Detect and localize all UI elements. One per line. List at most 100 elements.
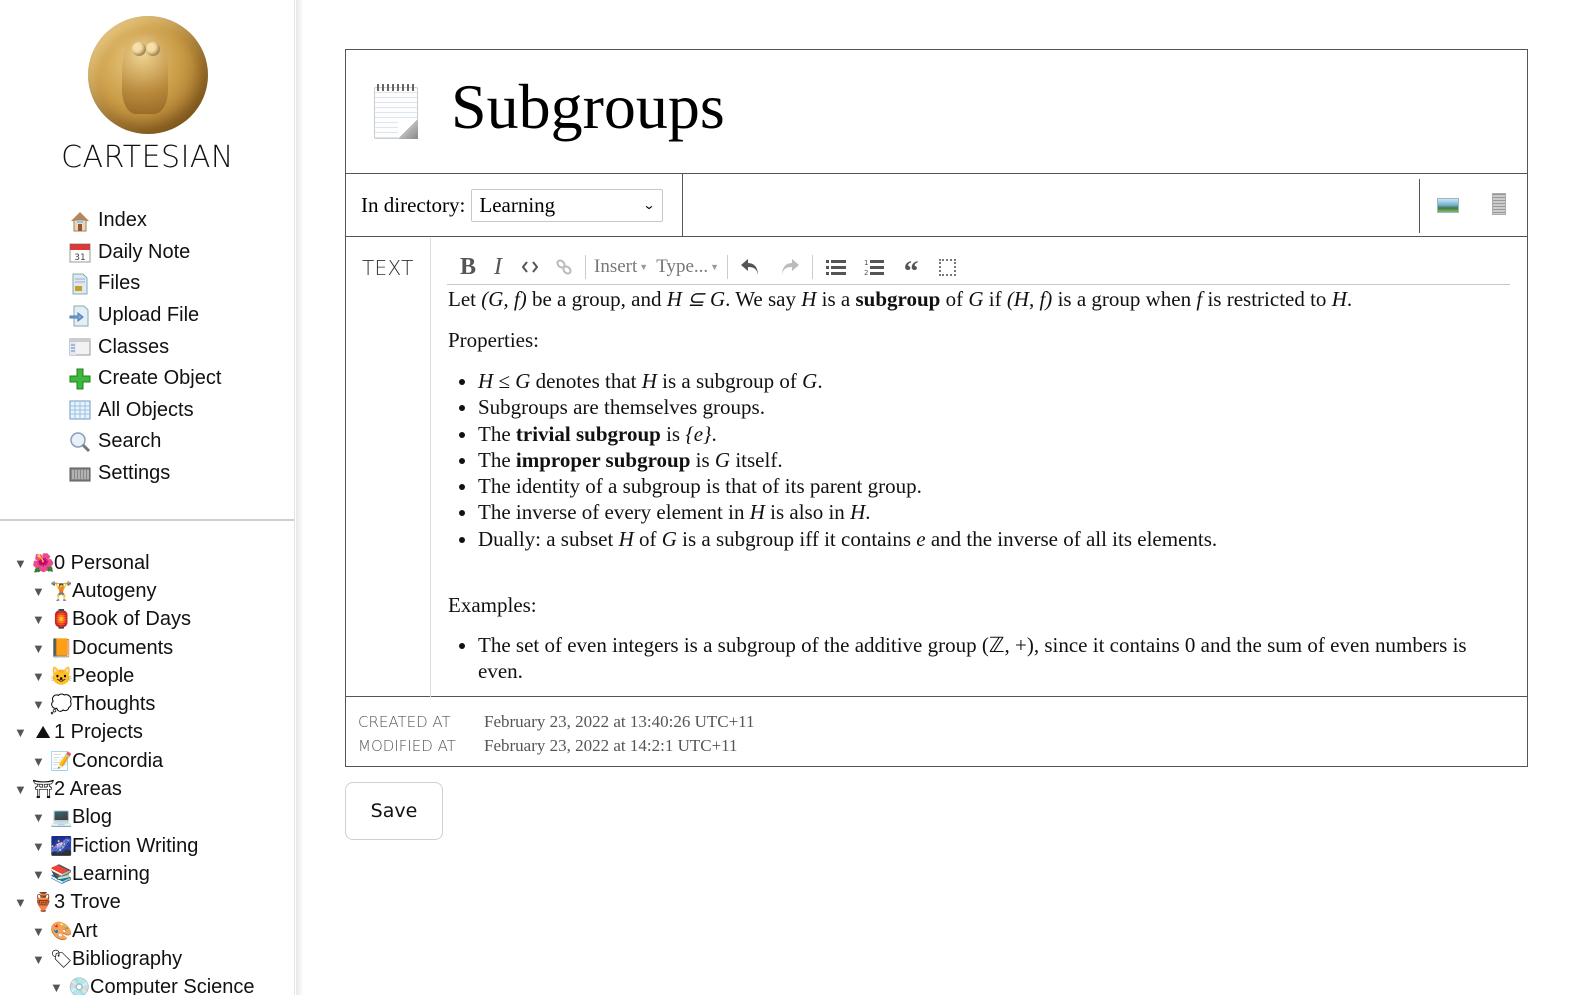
- tree-item-autogeny[interactable]: ▼ 🏋 Autogeny: [14, 577, 255, 605]
- object-card: Subgroups In directory: Learning ⌄ TEXT …: [345, 49, 1528, 767]
- blockquote-button[interactable]: “: [893, 253, 929, 287]
- hibiscus-icon: 🌺: [32, 552, 55, 573]
- list-item: Subgroups are themselves groups.: [478, 394, 1513, 420]
- text: is also in: [764, 500, 851, 525]
- properties-heading: Properties:: [448, 328, 539, 352]
- code-button[interactable]: [513, 253, 547, 281]
- tree-item-blog[interactable]: ▼ 💻 Blog: [14, 804, 255, 832]
- type-label: Type...: [656, 256, 709, 277]
- expand-toggle-icon[interactable]: ▼: [32, 924, 50, 939]
- house-icon: [68, 210, 92, 232]
- expand-toggle-icon[interactable]: ▼: [32, 952, 50, 967]
- save-button[interactable]: Save: [345, 782, 443, 840]
- directory-select[interactable]: Learning ⌄: [471, 188, 664, 222]
- calendar-icon: 31: [68, 241, 92, 263]
- math: G: [802, 369, 818, 393]
- nav-item-daily-note[interactable]: 31 Daily Note: [68, 237, 221, 269]
- page-title[interactable]: Subgroups: [451, 70, 725, 144]
- caret-down-icon: ▼: [710, 262, 720, 272]
- text: if: [983, 287, 1007, 311]
- expand-toggle-icon[interactable]: ▼: [32, 839, 50, 854]
- lantern-icon: 🏮: [50, 609, 73, 630]
- keyboard-icon: [68, 463, 92, 485]
- nav-item-files[interactable]: Files: [68, 268, 221, 300]
- expand-toggle-icon[interactable]: ▼: [32, 641, 50, 656]
- link-button[interactable]: [547, 253, 581, 281]
- insert-menu[interactable]: Insert ▼: [590, 253, 652, 281]
- tree-item-bibliography[interactable]: ▼ 🏷 Bibliography: [14, 945, 255, 973]
- palette-icon: 🎨: [50, 920, 73, 941]
- nav-item-search[interactable]: Search: [68, 426, 221, 458]
- expand-toggle-icon[interactable]: ▼: [32, 697, 50, 712]
- tree-label: Autogeny: [72, 579, 157, 602]
- expand-toggle-icon[interactable]: ▼: [32, 612, 50, 627]
- text: is a subgroup iff it contains: [676, 526, 917, 551]
- weightlifter-icon: 🏋: [50, 580, 73, 601]
- owl-eye: [132, 42, 146, 56]
- expand-toggle-icon[interactable]: ▼: [14, 895, 32, 910]
- tree-item-documents[interactable]: ▼ 📙 Documents: [14, 634, 255, 662]
- tree-item-thoughts[interactable]: ▼ 💭 Thoughts: [14, 690, 255, 718]
- tree-item-trove[interactable]: ▼ 🏺 3 Trove: [14, 889, 255, 917]
- italic-button[interactable]: I: [483, 253, 513, 281]
- expand-toggle-icon[interactable]: ▼: [32, 754, 50, 769]
- tree-item-concordia[interactable]: ▼ 📝 Concordia: [14, 747, 255, 775]
- text: . We say: [725, 287, 802, 311]
- expand-toggle-icon[interactable]: ▼: [32, 584, 50, 599]
- tree-item-art[interactable]: ▼ 🎨 Art: [14, 917, 255, 945]
- list-item: The set of even integers is a subgroup o…: [478, 632, 1513, 685]
- expand-toggle-icon[interactable]: ▼: [32, 867, 50, 882]
- expand-toggle-icon[interactable]: ▼: [32, 669, 50, 684]
- nav-label: Settings: [98, 462, 171, 485]
- tree-label: Documents: [72, 636, 174, 659]
- expand-toggle-icon[interactable]: ▼: [14, 782, 32, 797]
- nav-item-index[interactable]: Index: [68, 205, 221, 237]
- caret-down-icon: ▼: [639, 262, 649, 272]
- nav-item-create-object[interactable]: Create Object: [68, 363, 221, 395]
- list-item: The inverse of every element in H is als…: [478, 499, 1513, 525]
- expand-toggle-icon[interactable]: ▼: [50, 980, 68, 995]
- tree-item-computer-science[interactable]: ▼ 💿 Computer Science: [14, 973, 255, 995]
- math: G: [661, 526, 677, 551]
- tree-item-learning[interactable]: ▼ 📚 Learning: [14, 860, 255, 888]
- examples-heading: Examples:: [448, 593, 537, 618]
- text: The inverse of every element in: [478, 500, 750, 525]
- expand-toggle-icon[interactable]: ▼: [32, 810, 50, 825]
- math: H: [618, 526, 634, 551]
- tree-item-people[interactable]: ▼ 😺 People: [14, 662, 255, 690]
- nav-item-upload-file[interactable]: Upload File: [68, 300, 221, 332]
- nav-item-classes[interactable]: Classes: [68, 331, 221, 363]
- tree-item-areas[interactable]: ▼ ⛩ 2 Areas: [14, 775, 255, 803]
- text: The: [478, 421, 516, 446]
- disc-icon: 💿: [68, 977, 91, 995]
- expand-toggle-icon[interactable]: ▼: [14, 725, 32, 740]
- laptop-icon: 💻: [50, 807, 73, 828]
- tree-label: Thoughts: [72, 693, 156, 716]
- text: is restricted to: [1202, 287, 1332, 311]
- tree-item-personal[interactable]: ▼ 🌺 0 Personal: [14, 549, 255, 577]
- expand-toggle-icon[interactable]: ▼: [14, 556, 32, 571]
- numbered-list-button[interactable]: 12: [855, 253, 893, 281]
- file-icon[interactable]: [1492, 193, 1506, 215]
- created-label: CREATED AT: [358, 713, 451, 731]
- tree-item-projects[interactable]: ▼ ⛰ 1 Projects: [14, 719, 255, 747]
- toolbar-separator: [727, 255, 729, 279]
- rich-text-content[interactable]: Let (G, f) be a group, and H ⊆ G. We say…: [448, 286, 1513, 685]
- math: H ⊆ G: [666, 287, 726, 311]
- undo-button[interactable]: [732, 253, 770, 281]
- bullet-list-button[interactable]: [817, 253, 855, 281]
- select-block-button[interactable]: [929, 253, 965, 281]
- image-icon[interactable]: [1437, 198, 1459, 213]
- owl-coin-logo[interactable]: [88, 16, 208, 134]
- tree-item-book-of-days[interactable]: ▼ 🏮 Book of Days: [14, 606, 255, 634]
- owl-eye: [146, 42, 160, 56]
- redo-button[interactable]: [770, 253, 808, 281]
- nav-item-all-objects[interactable]: All Objects: [68, 395, 221, 427]
- tree-label: 0 Personal: [54, 551, 150, 574]
- type-menu[interactable]: Type... ▼: [652, 253, 723, 281]
- bold-button[interactable]: B: [453, 253, 483, 281]
- tree-label: Fiction Writing: [72, 834, 199, 857]
- nav-item-settings[interactable]: Settings: [68, 458, 221, 490]
- sidebar-divider: [0, 519, 294, 521]
- tree-item-fiction-writing[interactable]: ▼ 🌌 Fiction Writing: [14, 832, 255, 860]
